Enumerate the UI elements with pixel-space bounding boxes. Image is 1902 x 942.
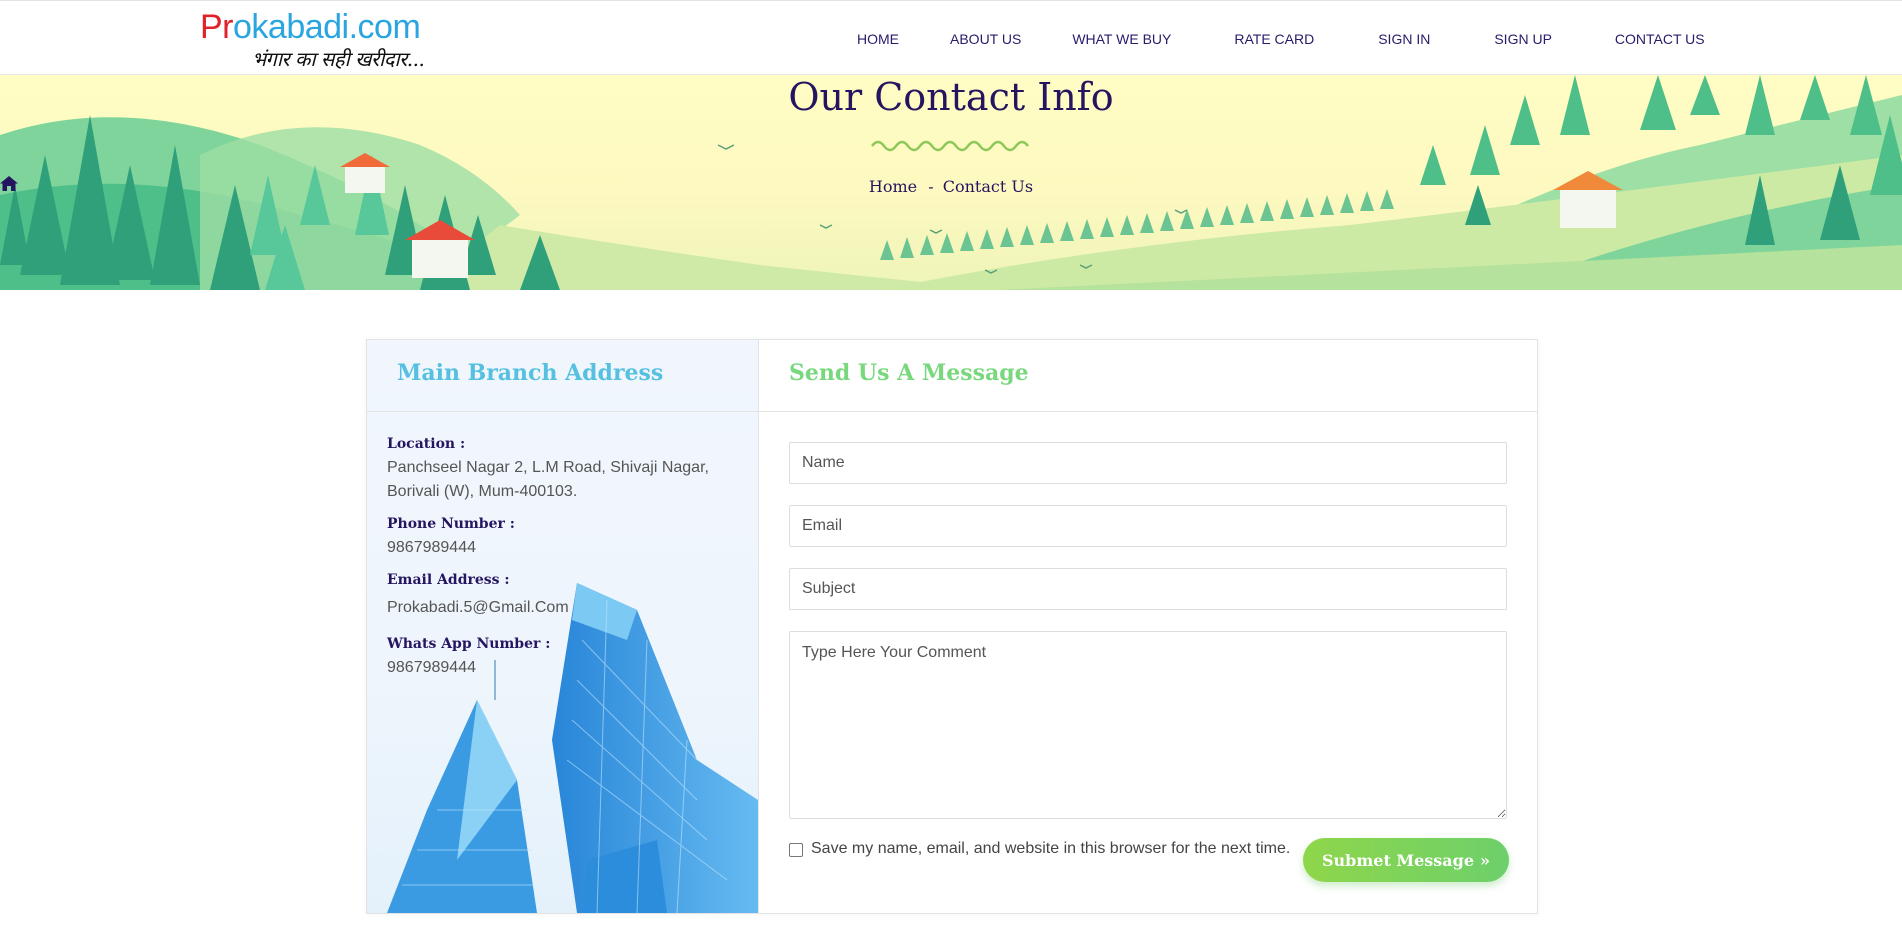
logo-tagline: भंगार का सही खरीदार... (252, 47, 425, 71)
prokabadi-logo[interactable]: Prokabadi.com भंगार का सही खरीदार... (200, 9, 460, 71)
double-chevron-right-icon: » (1480, 850, 1491, 870)
location-label: Location : (387, 436, 466, 452)
breadcrumb-current: Contact Us (942, 177, 1034, 196)
breadcrumb: Home - Contact Us (0, 176, 1902, 196)
breadcrumb-separator: - (928, 177, 934, 196)
save-info-label: Save my name, email, and website in this… (811, 840, 1291, 857)
phone-label: Phone Number : (387, 516, 515, 532)
email-input[interactable] (789, 505, 1507, 547)
message-header: Send Us A Message (759, 340, 1537, 412)
phone-value[interactable]: 9867989444 (387, 536, 747, 560)
address-details: Location : Panchseel Nagar 2, L.M Road, … (387, 436, 747, 692)
page-banner: Our Contact Info Home - Contact Us (0, 75, 1902, 290)
location-value: Panchseel Nagar 2, L.M Road, Shivaji Nag… (387, 456, 747, 504)
submit-message-button[interactable]: Submet Message » (1303, 838, 1509, 882)
address-panel: Main Branch Address Location : Panchseel… (367, 340, 759, 913)
contact-card: Main Branch Address Location : Panchseel… (366, 339, 1538, 914)
address-heading: Main Branch Address (397, 360, 664, 386)
nav-home[interactable]: HOME (857, 31, 899, 47)
subject-input[interactable] (789, 568, 1507, 610)
submit-label: Submet Message (1321, 850, 1475, 870)
logo-text: Prokabadi.com (200, 8, 421, 46)
nav-rate-card[interactable]: RATE CARD (1234, 31, 1314, 47)
nav-sign-up[interactable]: SIGN UP (1494, 31, 1552, 47)
email-value[interactable]: Prokabadi.5@Gmail.Com (387, 596, 747, 620)
nav-about-us[interactable]: ABOUT US (950, 31, 1021, 47)
nav-what-we-buy[interactable]: WHAT WE BUY (1072, 31, 1171, 47)
email-label: Email Address : (387, 572, 510, 588)
address-header: Main Branch Address (367, 340, 758, 412)
name-input[interactable] (789, 442, 1507, 484)
nav-sign-in[interactable]: SIGN IN (1378, 31, 1430, 47)
nav-contact-us[interactable]: CONTACT US (1615, 31, 1705, 47)
breadcrumb-home[interactable]: Home (869, 177, 917, 196)
message-panel: Send Us A Message Save my name, email, a… (759, 340, 1537, 913)
top-navbar: Prokabadi.com भंगार का सही खरीदार... HOM… (0, 0, 1902, 75)
whatsapp-label: Whats App Number : (387, 636, 551, 652)
comment-textarea[interactable] (789, 631, 1507, 819)
main-menu: HOME ABOUT US WHAT WE BUY RATE CARD SIGN… (857, 1, 1705, 76)
page-title: Our Contact Info (788, 75, 1114, 119)
message-heading: Send Us A Message (789, 360, 1029, 386)
save-info-checkbox[interactable] (789, 843, 803, 857)
logo-wordmark: Prokabadi.com (200, 8, 421, 46)
location-line-1: Panchseel Nagar 2, L.M Road, Shivaji Nag… (387, 459, 709, 476)
location-line-2: Borivali (W), Mum-400103. (387, 483, 578, 500)
whatsapp-value[interactable]: 9867989444 (387, 656, 747, 680)
